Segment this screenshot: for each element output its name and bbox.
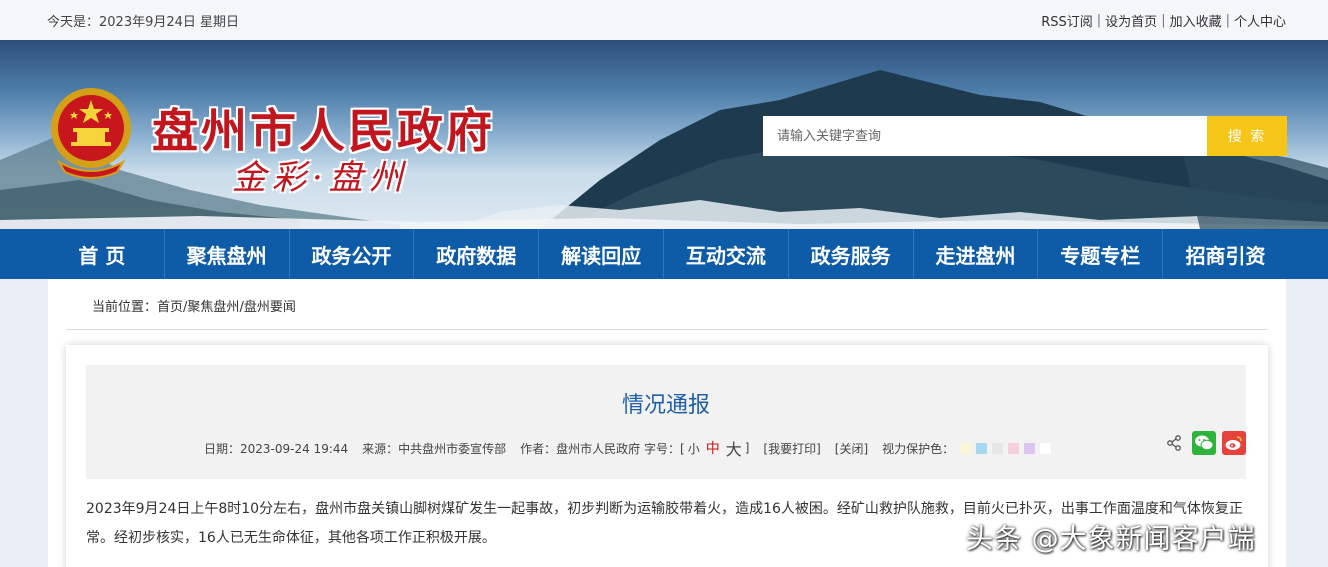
top-links: RSS订阅 | 设为首页 | 加入收藏 | 个人中心	[1041, 11, 1286, 30]
add-favorite-link[interactable]: 加入收藏	[1170, 11, 1222, 30]
personal-center-link[interactable]: 个人中心	[1234, 11, 1286, 30]
breadcrumb: 当前位置：首页/聚焦盘州/盘州要闻	[92, 296, 296, 315]
search-box: 搜 索	[763, 116, 1287, 156]
wechat-icon[interactable]	[1192, 431, 1216, 455]
breadcrumb-home[interactable]: 首页	[157, 300, 183, 315]
fontsize-end: ]	[744, 441, 750, 455]
top-bar: 今天是：2023年9月24日 星期日 RSS订阅 | 设为首页 | 加入收藏 | 个人…	[0, 0, 1328, 40]
font-small-button[interactable]: 小	[688, 440, 700, 457]
separator: |	[1225, 12, 1230, 28]
watermark-text: 头条 @大象新闻客户端	[966, 524, 1256, 555]
swatch-purple[interactable]	[1024, 442, 1036, 454]
nav-focus-panzhou[interactable]: 聚焦盘州	[165, 229, 290, 279]
divider	[66, 329, 1268, 330]
close-button[interactable]: [关闭]	[835, 440, 868, 457]
rss-link[interactable]: RSS订阅	[1041, 11, 1093, 30]
nav-government-data[interactable]: 政府数据	[414, 229, 540, 279]
weibo-icon[interactable]	[1222, 431, 1246, 455]
eye-protect-label: 视力保护色：	[882, 441, 955, 456]
set-homepage-link[interactable]: 设为首页	[1105, 11, 1157, 30]
main-nav: 首 页 聚焦盘州 政务公开 政府数据 解读回应 互动交流 政务服务 走进盘州 专…	[0, 229, 1328, 279]
nav-interpretation[interactable]: 解读回应	[539, 229, 664, 279]
nav-special-topics[interactable]: 专题专栏	[1038, 229, 1164, 279]
breadcrumb-label: 当前位置：	[92, 300, 158, 315]
swatch-yellow[interactable]	[960, 442, 972, 454]
article-meta: 日期：2023-09-24 19:44 来源：中共盘州市委宣传部 作者：盘州市人…	[204, 436, 1056, 460]
breadcrumb-focus[interactable]: 聚焦盘州	[187, 300, 239, 315]
font-large-button[interactable]: 大	[726, 436, 742, 460]
swatch-gray[interactable]	[992, 442, 1004, 454]
share-bar	[1156, 431, 1246, 455]
swatch-white[interactable]	[1040, 442, 1052, 454]
header-banner: 盘州市人民政府 金彩·盘州 搜 索	[0, 40, 1328, 229]
search-button[interactable]: 搜 索	[1207, 116, 1287, 156]
nav-investment[interactable]: 招商引资	[1163, 229, 1288, 279]
article-title: 情况通报	[621, 393, 710, 418]
font-medium-button[interactable]: 中	[706, 438, 720, 458]
separator: |	[1096, 12, 1102, 28]
nav-interaction[interactable]: 互动交流	[664, 229, 789, 279]
article-header: 情况通报 日期：2023-09-24 19:44 来源：中共盘州市委宣传部 作者…	[86, 365, 1246, 479]
national-emblem-icon	[51, 88, 131, 179]
nav-government-services[interactable]: 政务服务	[789, 229, 914, 279]
nav-home[interactable]: 首 页	[40, 229, 165, 279]
search-input[interactable]	[763, 116, 1207, 156]
nav-government-affairs[interactable]: 政务公开	[290, 229, 415, 279]
fontsize-label: 字号：[	[644, 441, 685, 456]
article-author: 作者：盘州市人民政府	[520, 441, 641, 456]
current-date: 今天是：2023年9月24日 星期日	[47, 14, 240, 30]
swatch-pink[interactable]	[1008, 442, 1020, 454]
nav-about-panzhou[interactable]: 走进盘州	[914, 229, 1039, 279]
share-icon[interactable]	[1162, 431, 1186, 455]
separator: |	[1161, 12, 1166, 28]
article-date: 日期：2023-09-24 19:44	[204, 441, 349, 456]
breadcrumb-news[interactable]: 盘州要闻	[244, 300, 296, 315]
swatch-blue[interactable]	[976, 442, 988, 454]
site-slogan: 金彩·盘州	[232, 158, 409, 198]
print-button[interactable]: [我要打印]	[763, 440, 820, 457]
article-source: 来源：中共盘州市委宣传部	[362, 441, 507, 456]
eye-protect-swatches	[960, 442, 1056, 454]
